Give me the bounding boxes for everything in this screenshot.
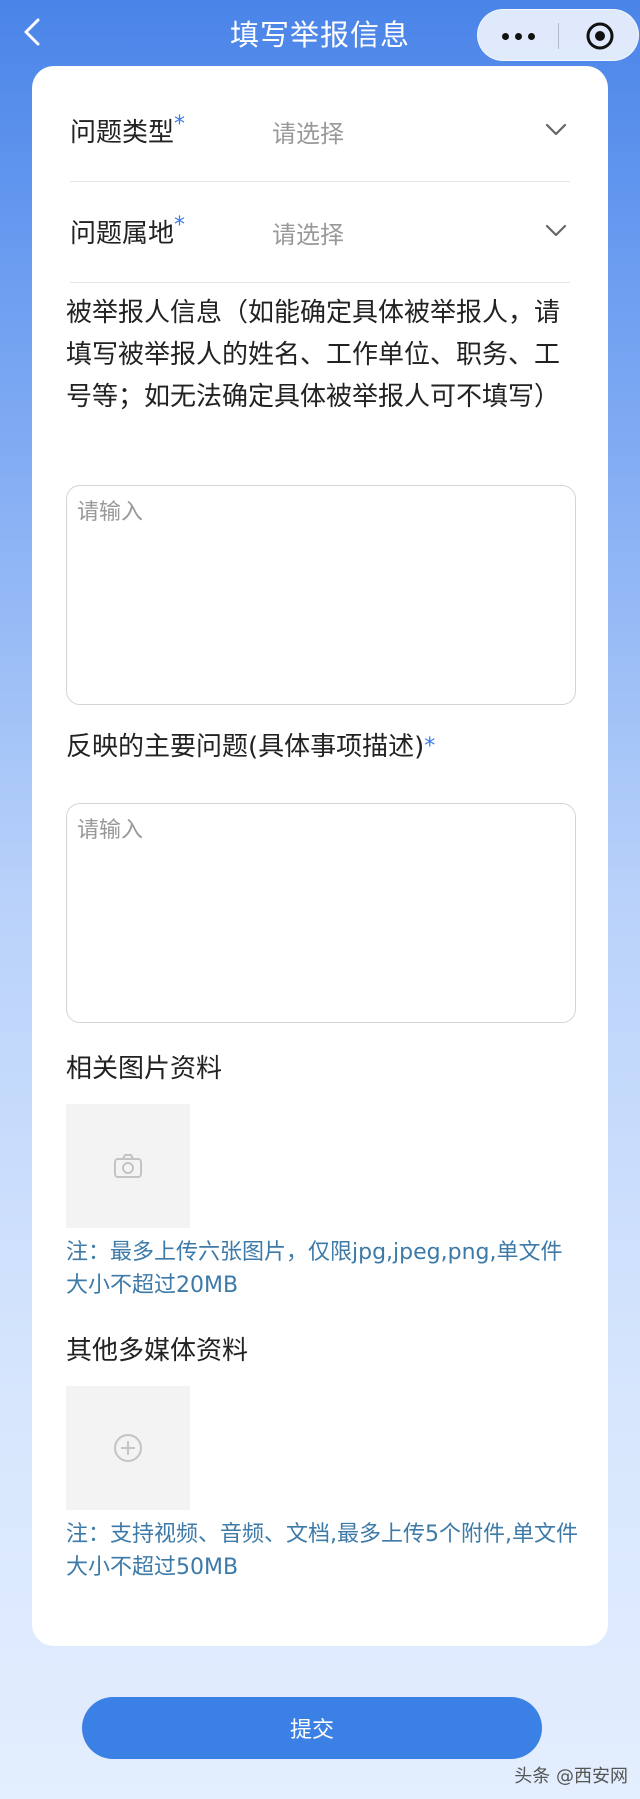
nav-bar: 填写举报信息	[0, 0, 640, 66]
media-note: 注：支持视频、音频、文档,最多上传5个附件,单文件大小不超过50MB	[66, 1522, 578, 1580]
issue-type-value: 请选择	[272, 120, 344, 148]
images-note: 注：最多上传六张图片，仅限jpg,jpeg,png,单文件大小不超过20MB	[66, 1240, 563, 1298]
issue-location-select[interactable]: 问题属地* 请选择	[70, 183, 570, 283]
issue-location-label: 问题属地*	[70, 213, 186, 249]
issue-location-value: 请选择	[272, 221, 344, 249]
divider	[70, 181, 570, 182]
divider	[70, 282, 570, 283]
reported-person-input[interactable]	[66, 485, 576, 705]
mini-program-capsule	[477, 9, 639, 61]
chevron-down-icon	[545, 224, 567, 237]
submit-button[interactable]: 提交	[82, 1697, 542, 1759]
required-mark: *	[424, 734, 436, 759]
form-card: 问题类型* 请选择 问题属地* 请选择 被举报人信息（如能确定具体被举报人，请填…	[32, 66, 608, 1646]
camera-icon	[114, 1154, 142, 1178]
images-label: 相关图片资料	[66, 1054, 223, 1084]
issue-type-label: 问题类型*	[70, 112, 186, 148]
media-label: 其他多媒体资料	[66, 1336, 249, 1366]
main-issue-input[interactable]	[66, 803, 576, 1023]
more-icon[interactable]	[478, 10, 558, 62]
media-upload-button[interactable]	[66, 1386, 190, 1510]
required-mark: *	[174, 112, 186, 137]
plus-circle-icon	[114, 1434, 142, 1462]
required-mark: *	[174, 213, 186, 238]
reported-person-label: 被举报人信息（如能确定具体被举报人，请填写被举报人的姓名、工作单位、职务、工号等…	[66, 298, 561, 412]
close-target-icon[interactable]	[562, 10, 638, 62]
issue-type-select[interactable]: 问题类型* 请选择	[70, 82, 570, 182]
watermark: 头条 @西安网	[514, 1766, 628, 1787]
capsule-divider	[558, 23, 559, 49]
image-upload-button[interactable]	[66, 1104, 190, 1228]
main-issue-label: 反映的主要问题(具体事项描述)*	[66, 732, 436, 762]
chevron-down-icon	[545, 123, 567, 136]
